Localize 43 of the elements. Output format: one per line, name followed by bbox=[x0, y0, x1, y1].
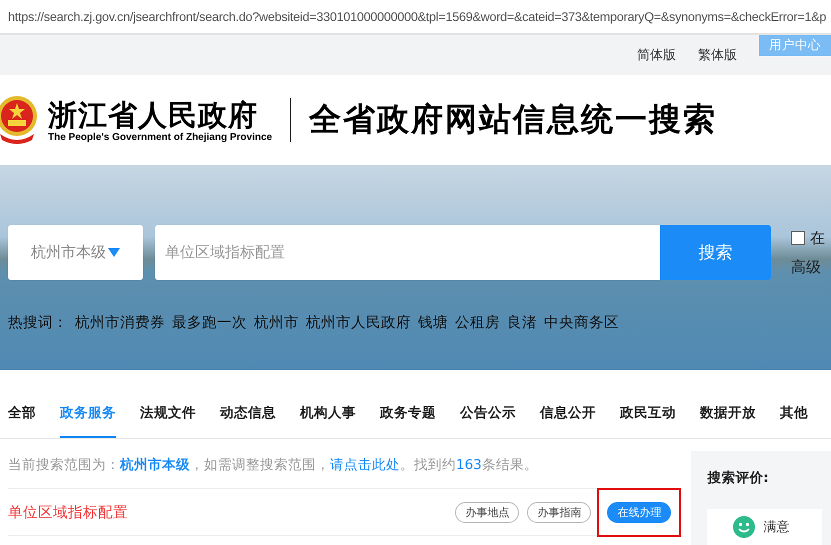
advanced-link[interactable]: 高级 bbox=[791, 258, 825, 276]
language-link[interactable]: 繁体版 bbox=[698, 46, 737, 64]
caret-icon bbox=[108, 248, 120, 257]
search-field[interactable]: 单位区域指标配置 bbox=[155, 225, 660, 280]
service-button[interactable]: 在线办理 bbox=[607, 502, 672, 522]
category-tab[interactable]: 法规文件 bbox=[140, 394, 196, 438]
hot-word-link[interactable]: 钱塘 bbox=[418, 313, 448, 332]
org-name: 浙江省人民政府 bbox=[48, 98, 259, 132]
smiley-icon bbox=[733, 516, 756, 538]
service-button[interactable]: 办事地点 bbox=[455, 502, 520, 522]
result-title-link[interactable]: 单位区域指标配置 bbox=[8, 502, 448, 522]
org-name-english: The People's Government of Zhejiang Province bbox=[48, 132, 272, 142]
hot-word-link[interactable]: 中央商务区 bbox=[544, 313, 619, 332]
category-tab[interactable]: 信息公开 bbox=[540, 394, 596, 438]
category-tab[interactable]: 政务服务 bbox=[60, 394, 116, 438]
url-text: https://search.zj.gov.cn/jsearchfront/search.do?websiteid=330101000000000&tpl=1569&word=&cateid=373&temporaryQ=&synonyms=&checkError=1&p bbox=[8, 10, 826, 24]
language-link[interactable]: 简体版 bbox=[637, 46, 676, 64]
rating-option[interactable]: 满意 bbox=[707, 509, 822, 545]
service-button[interactable]: 办事指南 bbox=[527, 502, 592, 522]
adjust-scope-link[interactable]: 请点击此处 bbox=[330, 457, 400, 473]
category-tab[interactable]: 数据开放 bbox=[700, 394, 756, 438]
hot-words-label: 热搜词： bbox=[8, 314, 68, 332]
hot-word-link[interactable]: 公租房 bbox=[455, 313, 500, 332]
rating-title: 搜索评价: bbox=[707, 470, 769, 486]
category-tab[interactable]: 机构人事 bbox=[300, 394, 356, 438]
search-button[interactable]: 搜索 bbox=[660, 225, 771, 280]
hot-word-link[interactable]: 杭州市人民政府 bbox=[306, 313, 411, 332]
category-tab[interactable]: 政民互动 bbox=[620, 394, 676, 438]
hot-word-link[interactable]: 杭州市消费券 bbox=[75, 313, 165, 332]
category-tab[interactable]: 其他 bbox=[780, 394, 808, 438]
hot-word-link[interactable]: 最多跑一次 bbox=[172, 313, 247, 332]
category-tab[interactable]: 全部 bbox=[8, 394, 36, 438]
search-summary: 当前搜索范围为：杭州市本级，如需调整搜索范围，请点击此处。找到约 163条结果。 bbox=[8, 456, 539, 474]
hot-word-link[interactable]: 良渚 bbox=[507, 313, 537, 332]
category-tab[interactable]: 动态信息 bbox=[220, 394, 276, 438]
category-tab[interactable]: 政务专题 bbox=[380, 394, 436, 438]
scope-dropdown[interactable]: 杭州市本级 bbox=[8, 225, 143, 280]
hot-word-link[interactable]: 杭州市 bbox=[254, 313, 299, 332]
option-label: 在 bbox=[810, 228, 825, 248]
checkbox[interactable] bbox=[791, 231, 805, 245]
emblem-icon bbox=[0, 94, 38, 146]
site-title: 全省政府网站信息统一搜索 bbox=[309, 99, 718, 140]
category-tab[interactable]: 公告公示 bbox=[460, 394, 516, 438]
